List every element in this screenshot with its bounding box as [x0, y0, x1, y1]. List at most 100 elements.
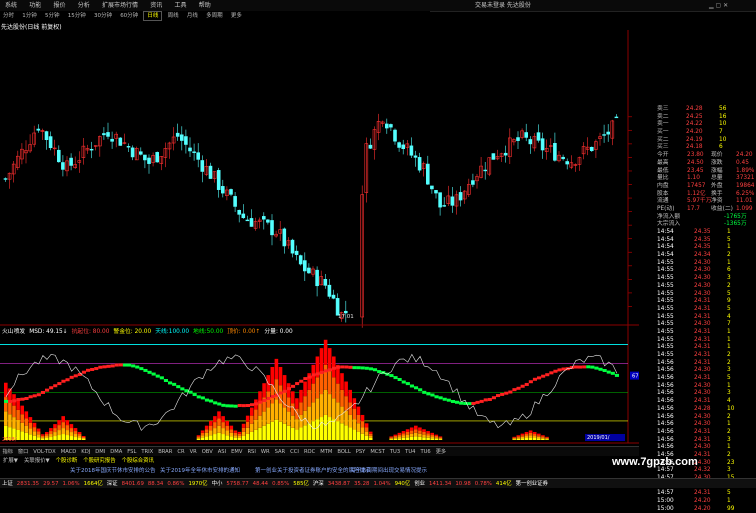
status-segment: 35.28	[354, 481, 370, 487]
chart-area[interactable]: 24.5024.0023.5023.0022.5022.0021.5021.00…	[0, 30, 639, 445]
msd-step	[233, 404, 238, 408]
msd-step	[377, 370, 382, 374]
period-tab-multi[interactable]: 多周期	[203, 11, 226, 21]
news-item[interactable]: 关于本周期间出现交易情况提示	[350, 466, 427, 476]
candle-body	[126, 146, 131, 148]
volcano-bar	[254, 419, 258, 430]
msd-step	[405, 382, 410, 386]
window-controls[interactable]: ▁ ▢ ✕	[704, 1, 733, 10]
quote-cell: 1	[727, 259, 731, 266]
period-tab-daily[interactable]: 日线	[143, 11, 163, 21]
extension-tab[interactable]: 关联报价▼	[21, 457, 53, 466]
volcano-bar	[291, 391, 295, 404]
menu-item-analysis[interactable]: 分析	[73, 1, 95, 10]
quote-cell: 卖三	[657, 106, 669, 112]
quote-cell: 24.30	[694, 382, 711, 389]
candle-body	[290, 239, 295, 254]
quote-cell: 1	[727, 344, 731, 351]
candle-body	[335, 298, 340, 316]
quote-cell: 24.20	[694, 498, 711, 505]
volcano-bar	[393, 435, 398, 438]
msd-step	[344, 365, 349, 369]
period-tab-weekly[interactable]: 周线	[165, 11, 182, 21]
volcano-bar	[36, 431, 41, 435]
extension-tab[interactable]: 个股诊断	[53, 457, 81, 466]
period-tab-timeshare[interactable]: 分时	[0, 11, 17, 21]
msd-step	[368, 367, 373, 371]
quote-cell: 6	[719, 144, 723, 151]
msd-step	[496, 394, 501, 398]
volcano-bar	[315, 398, 320, 420]
menu-item-help[interactable]: 帮助	[194, 1, 216, 10]
volcano-bar	[418, 427, 422, 431]
candle-body	[184, 136, 188, 145]
status-segment: 中小	[211, 481, 223, 487]
quote-cell: 99	[727, 505, 735, 512]
volcano-bar	[336, 383, 340, 403]
menu-item-function[interactable]: 功能	[24, 1, 46, 10]
msd-step	[528, 380, 533, 384]
quote-cell: 24.31	[694, 436, 711, 443]
msd-step	[352, 366, 357, 370]
msd-step	[250, 403, 255, 407]
volcano-bar	[344, 425, 348, 440]
candle-body	[282, 228, 287, 247]
tick-row: 14:55 24.31 9	[639, 298, 756, 306]
volcano-bar	[356, 431, 361, 440]
news-item[interactable]: 关于2019年全年休市安排的通知	[160, 466, 240, 476]
msd-step	[168, 381, 173, 385]
extension-tab[interactable]: 个股综合资讯	[119, 457, 157, 466]
news-item[interactable]: 关于2018年国庆节休市安排的公告	[70, 466, 156, 476]
msd-step	[578, 365, 583, 369]
quote-cell: 24.35	[694, 244, 711, 251]
menu-item-system[interactable]: 系统	[0, 1, 22, 10]
msd-step	[524, 382, 529, 386]
status-segment: 10.98	[455, 481, 471, 487]
msd-step	[409, 384, 414, 388]
volcano-bar	[245, 421, 250, 428]
volcano-bar	[45, 434, 49, 437]
volcano-bar	[200, 432, 205, 436]
candle-body	[491, 153, 496, 160]
quote-cell: 24.30	[694, 267, 711, 274]
menu-item-extended-market[interactable]: 扩展市场行情	[97, 1, 143, 10]
volcano-bar	[528, 430, 533, 433]
extension-tab[interactable]: 个股研究报告	[80, 457, 118, 466]
volcano-bar	[270, 403, 275, 422]
quote-cell: 14:56	[657, 421, 674, 428]
quote-cell: 14:55	[657, 321, 674, 328]
msd-step	[332, 366, 337, 370]
volcano-bar	[73, 437, 78, 440]
volcano-bar	[266, 423, 270, 440]
menu-item-info[interactable]: 资讯	[145, 1, 167, 10]
volcano-bar	[532, 432, 537, 435]
msd-step	[102, 365, 107, 369]
volcano-bar	[430, 436, 434, 439]
quote-cell: 24.30	[694, 444, 711, 451]
volcano-bar	[221, 428, 225, 435]
quote-cell: 1.099	[736, 205, 753, 212]
period-tab-1min[interactable]: 1分钟	[19, 11, 40, 21]
msd-step	[389, 374, 394, 378]
flow-row: 大宗流入 -1365万	[639, 221, 756, 229]
msd-step	[295, 382, 300, 386]
menu-item-quote[interactable]: 报价	[49, 1, 71, 10]
msd-step	[122, 363, 127, 367]
period-tab-more[interactable]: 更多	[228, 11, 245, 21]
quote-cell: 1	[727, 421, 731, 428]
volcano-bar	[541, 435, 545, 437]
extension-tab[interactable]: 扩展▼	[0, 457, 21, 466]
msd-step	[278, 391, 283, 395]
period-tab-monthly[interactable]: 月线	[184, 11, 201, 21]
menu-item-tools[interactable]: 工具	[170, 1, 192, 10]
volcano-bar	[233, 437, 238, 440]
period-tab-15min[interactable]: 15分钟	[65, 11, 89, 21]
volcano-bar	[344, 396, 348, 411]
volcano-bar	[352, 419, 357, 430]
msd-step	[49, 386, 54, 390]
period-tab-60min[interactable]: 60分钟	[117, 11, 141, 21]
tick-row: 14:54 24.34 2	[639, 252, 756, 260]
period-tab-5min[interactable]: 5分钟	[42, 11, 63, 21]
legend-item: 地线:50.00	[193, 329, 224, 335]
period-tab-30min[interactable]: 30分钟	[91, 11, 115, 21]
